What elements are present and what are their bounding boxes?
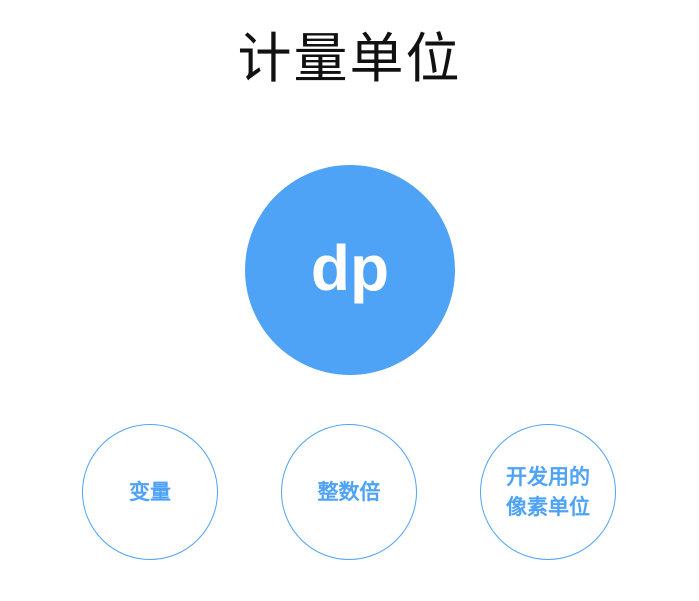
property-circle-dev-pixel-unit: 开发用的 像素单位 [480, 424, 616, 560]
property-circle-integer-multiple: 整数倍 [281, 424, 417, 560]
property-circle-variable: 变量 [82, 424, 218, 560]
property-label-dev-pixel-unit: 开发用的 像素单位 [506, 465, 590, 519]
main-unit-label: dp [310, 232, 390, 304]
page-title: 计量单位 [237, 27, 462, 90]
main-unit-circle: dp [245, 165, 455, 375]
property-label-integer-multiple: 整数倍 [317, 480, 381, 504]
property-label-variable: 变量 [129, 480, 171, 504]
